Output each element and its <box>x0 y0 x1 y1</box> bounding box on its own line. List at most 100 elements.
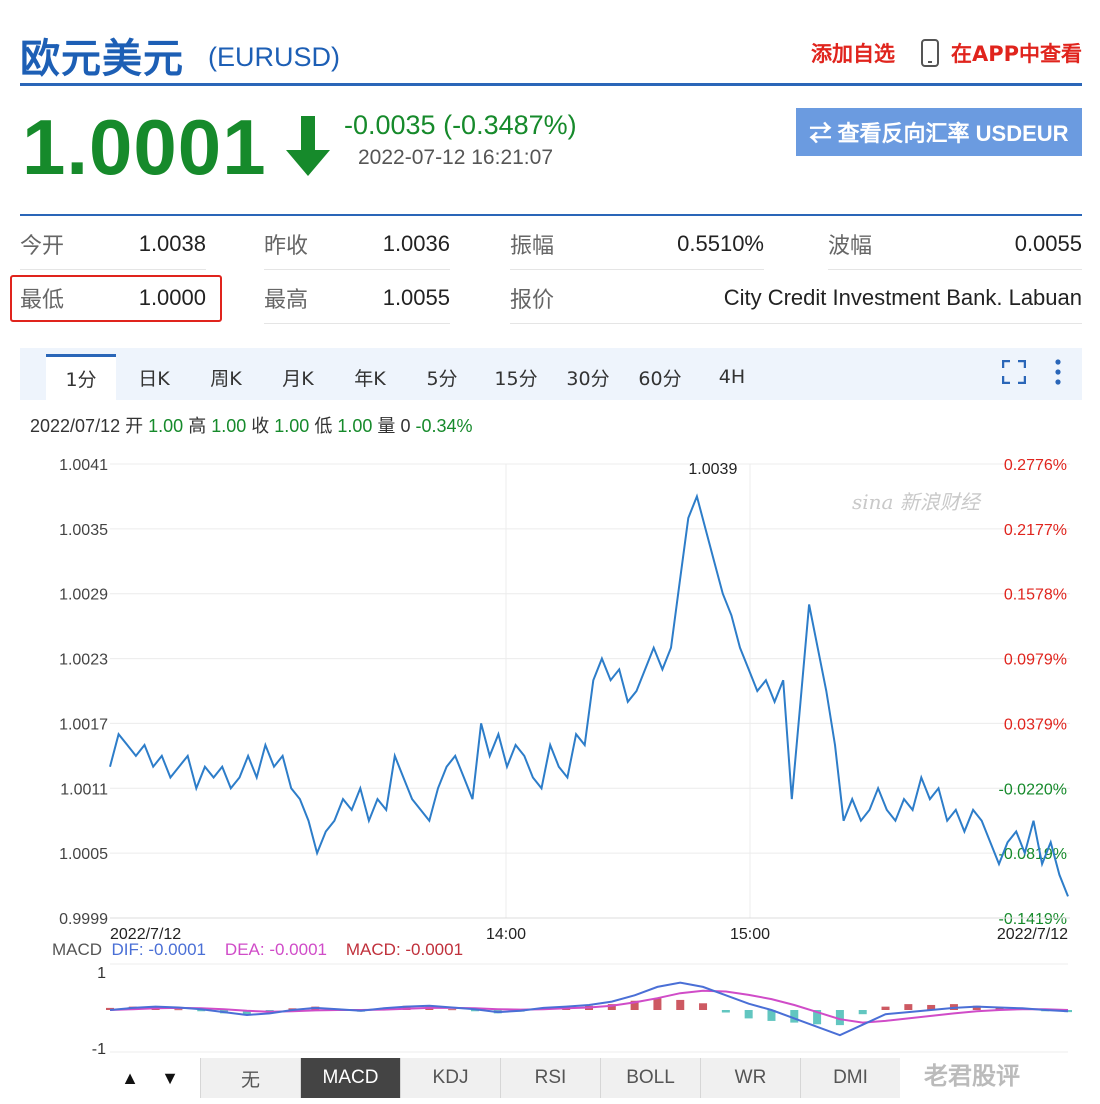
y-tick-label: 1.0041 <box>59 457 108 474</box>
pct-tick-label: 0.2776% <box>1004 457 1067 474</box>
pair-code: (EURUSD) <box>208 42 340 72</box>
macd-value-label: MACD: -0.0001 <box>345 940 464 959</box>
ohlc-date: 2022/07/12 <box>30 416 121 436</box>
macd-bar <box>699 1003 708 1010</box>
stat-label: 波幅 <box>828 232 873 258</box>
ohlc-open-label: 开 <box>125 416 144 436</box>
ohlc-low-label: 低 <box>314 416 333 436</box>
indicator-dmi[interactable]: DMI <box>800 1058 900 1098</box>
macd-bar <box>744 1010 753 1019</box>
indicator-wr[interactable]: WR <box>700 1058 800 1098</box>
pct-tick-label: 0.2177% <box>1004 522 1067 539</box>
more-menu-icon[interactable] <box>1054 358 1062 386</box>
down-arrow-icon <box>286 116 330 176</box>
macd-title: MACD <box>52 940 103 959</box>
pct-tick-label: -0.0220% <box>999 781 1068 798</box>
stat-label: 报价 <box>510 286 555 312</box>
stat-label: 最高 <box>264 286 309 312</box>
view-in-app-link[interactable]: 在APP中查看 <box>951 38 1082 68</box>
stat-value: 0.0055 <box>1014 230 1082 256</box>
ohlc-open: 1.00 <box>148 416 184 436</box>
x-tick-label: 2022/7/12 <box>110 926 181 940</box>
tab-monthly[interactable]: 月K <box>268 354 328 400</box>
stat-prev-close: 昨收 1.0036 <box>264 218 450 270</box>
macd-y-bottom-label: -1 <box>92 1041 106 1056</box>
stat-high: 最高 1.0055 <box>264 272 450 324</box>
price-line <box>109 493 1069 897</box>
macd-bar <box>904 1004 913 1010</box>
y-tick-label: 1.0017 <box>59 716 108 733</box>
x-tick-label: 14:00 <box>486 926 526 940</box>
tab-5min[interactable]: 5分 <box>412 354 472 400</box>
tab-30min[interactable]: 30分 <box>556 354 620 400</box>
header-actions: 添加自选 在APP中查看 <box>811 38 1082 68</box>
highlight-box <box>10 275 222 322</box>
tab-60min[interactable]: 60分 <box>628 354 692 400</box>
ohlc-volume-label: 量 <box>377 416 396 436</box>
stat-label: 昨收 <box>264 232 309 258</box>
macd-dif-label: DIF: -0.0001 <box>111 940 207 959</box>
add-favorite-button[interactable]: 添加自选 <box>811 38 895 68</box>
ohlc-change-pct: -0.34% <box>415 416 473 436</box>
tab-15min[interactable]: 15分 <box>484 354 548 400</box>
y-tick-label: 1.0005 <box>59 846 108 863</box>
fullscreen-icon[interactable] <box>1002 360 1026 384</box>
y-tick-label: 1.0035 <box>59 522 108 539</box>
indicator-none[interactable]: 无 <box>200 1058 300 1098</box>
macd-y-top-label: 1 <box>97 965 106 982</box>
header: 欧元美元 (EURUSD) 添加自选 在APP中查看 <box>20 20 1082 86</box>
macd-bar <box>676 999 685 1010</box>
prev-indicator-button[interactable]: ▲ <box>110 1058 150 1098</box>
macd-bar <box>174 1009 183 1011</box>
tab-4h[interactable]: 4H <box>702 354 762 400</box>
ohlc-low: 1.00 <box>337 416 373 436</box>
page-title: 欧元美元 <box>20 36 184 82</box>
ohlc-high: 1.00 <box>211 416 247 436</box>
macd-bar <box>653 998 662 1010</box>
weibo-watermark: 老君股评 <box>924 1062 1020 1090</box>
macd-bar <box>858 1010 867 1015</box>
stat-value: 0.5510% <box>677 230 764 256</box>
stat-amplitude: 振幅 0.5510% <box>510 218 764 270</box>
indicator-rsi[interactable]: RSI <box>500 1058 600 1098</box>
pct-tick-label: 0.0379% <box>1004 716 1067 733</box>
dea-line <box>109 989 1069 1024</box>
ohlc-close: 1.00 <box>274 416 310 436</box>
indicator-macd[interactable]: MACD <box>300 1058 400 1098</box>
ohlc-close-label: 收 <box>251 416 270 436</box>
indicator-boll[interactable]: BOLL <box>600 1058 700 1098</box>
macd-legend: MACD DIF: -0.0001 DEA: -0.0001 MACD: -0.… <box>52 940 463 960</box>
price-row: 1.0001 -0.0035 (-0.3487%) 2022-07-12 16:… <box>20 96 1082 216</box>
reverse-rate-button[interactable]: ⇄ 查看反向汇率 USDEUR <box>796 108 1082 156</box>
price-chart[interactable]: 1.0041 0.2776% 1.0035 0.2177% 1.0029 0.1578% 1… <box>0 450 1100 940</box>
ohlc-high-label: 高 <box>188 416 207 436</box>
y-tick-label: 1.0029 <box>59 587 108 604</box>
period-tabs: 1分 日K 周K 月K 年K 5分 15分 30分 60分 4H <box>20 348 1082 400</box>
phone-icon <box>920 39 939 67</box>
y-tick-label: 0.9999 <box>59 911 108 928</box>
stat-label: 今开 <box>20 232 65 258</box>
stat-value: 1.0038 <box>138 230 206 256</box>
tab-daily[interactable]: 日K <box>124 354 184 400</box>
stat-value: City Credit Investment Bank. Labuan <box>723 284 1082 310</box>
peak-label: 1.0039 <box>688 461 737 478</box>
x-tick-label: 15:00 <box>730 926 770 940</box>
ohlc-volume: 0 <box>400 416 411 436</box>
pct-tick-label: -0.0819% <box>999 846 1068 863</box>
tab-1min[interactable]: 1分 <box>46 354 116 400</box>
indicator-kdj[interactable]: KDJ <box>400 1058 500 1098</box>
pct-tick-label: 0.1578% <box>1004 587 1067 604</box>
tab-yearly[interactable]: 年K <box>340 354 400 400</box>
stat-label: 振幅 <box>510 232 555 258</box>
tab-weekly[interactable]: 周K <box>196 354 256 400</box>
macd-chart[interactable]: 1 -1 <box>0 960 1100 1056</box>
stat-open: 今开 1.0038 <box>20 218 206 270</box>
current-price: 1.0001 <box>22 103 267 191</box>
x-tick-label: 2022/7/12 <box>997 926 1068 940</box>
macd-dea-label: DEA: -0.0001 <box>224 940 327 959</box>
quote-timestamp: 2022-07-12 16:21:07 <box>358 146 553 169</box>
macd-bar <box>448 1009 457 1011</box>
next-indicator-button[interactable]: ▼ <box>150 1058 190 1098</box>
macd-bar <box>881 1006 890 1010</box>
stat-quoter: 报价 City Credit Investment Bank. Labuan <box>510 272 1082 324</box>
